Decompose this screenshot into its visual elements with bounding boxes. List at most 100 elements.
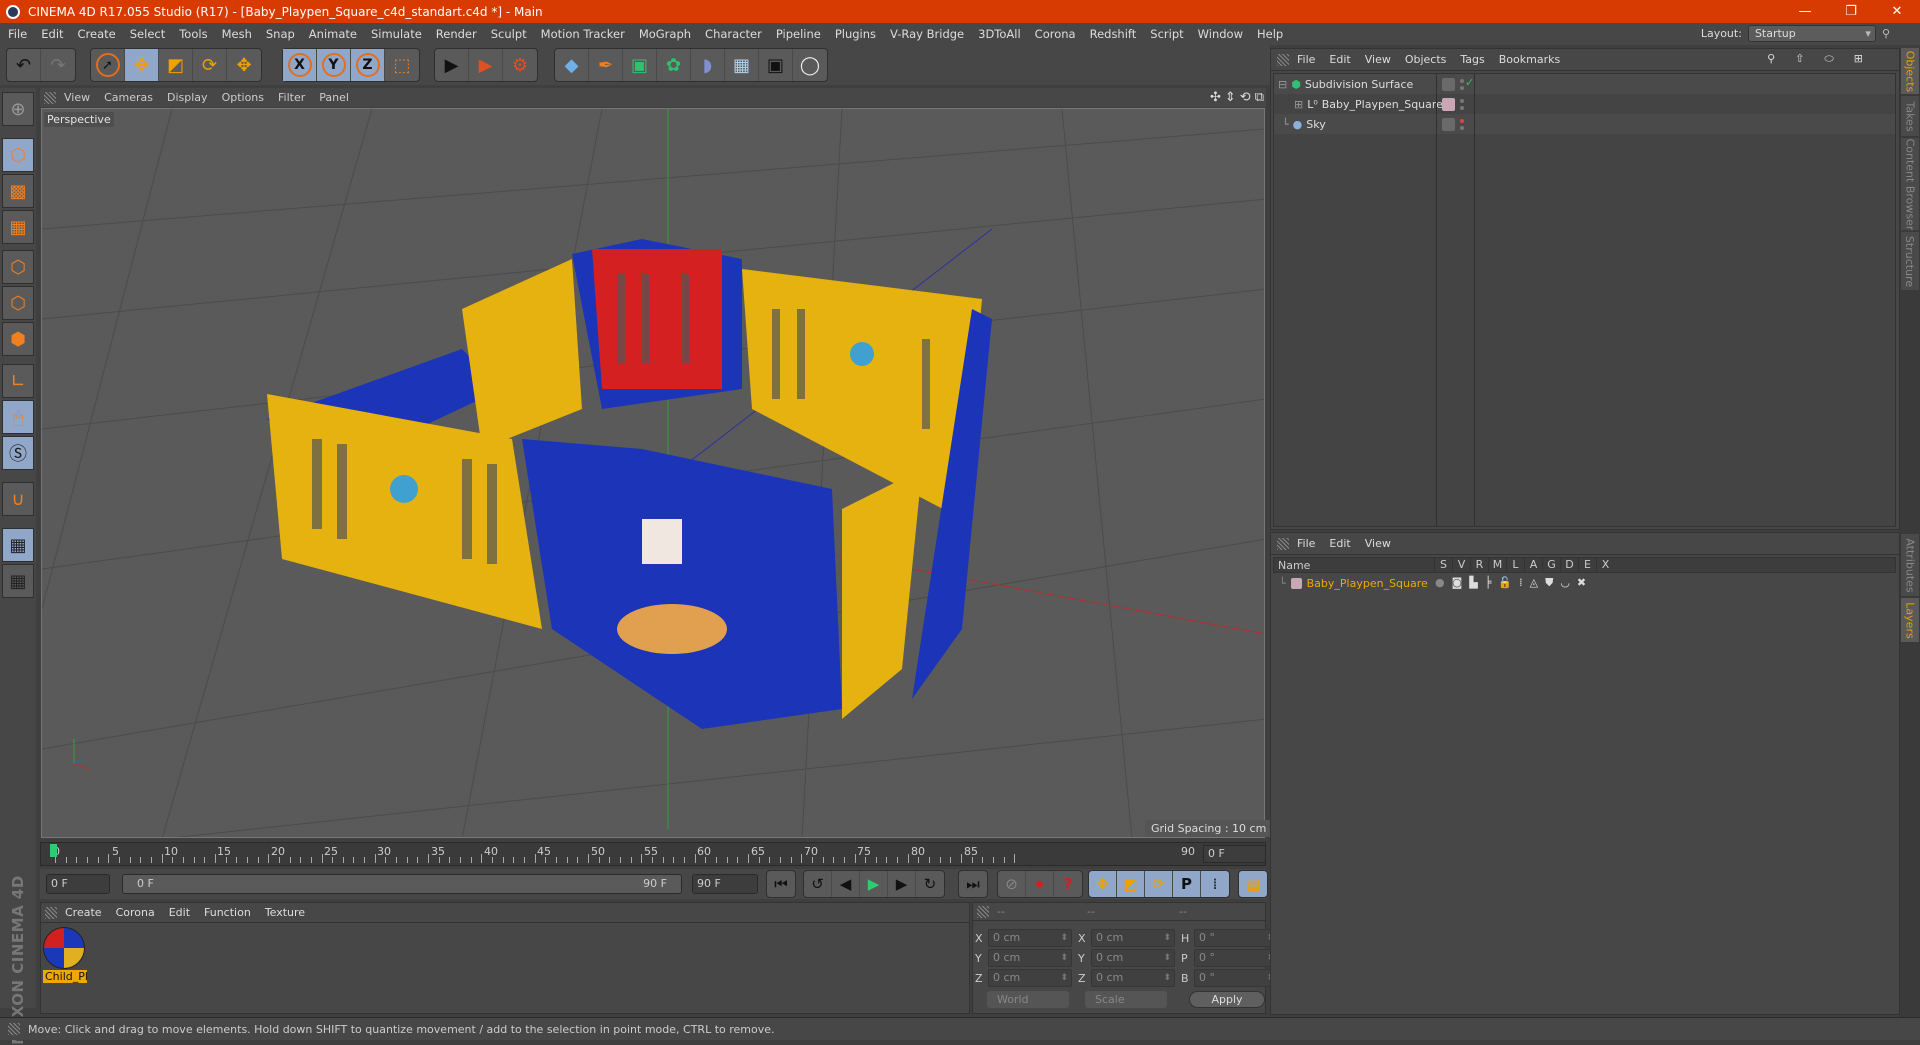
panel-grip-icon[interactable] <box>977 905 989 918</box>
render-view-icon[interactable]: ▶ <box>435 49 469 81</box>
render-picture-viewer-icon[interactable]: ▶ <box>469 49 503 81</box>
tab-structure[interactable]: Structure <box>1901 232 1919 290</box>
tab-objects[interactable]: Objects <box>1901 48 1919 94</box>
coordinate-system-icon[interactable]: ⬚ <box>385 49 419 81</box>
undo-icon[interactable]: ↶ <box>7 49 41 81</box>
editor-visibility-dot[interactable] <box>1460 79 1464 83</box>
viewport-menu-view[interactable]: View <box>64 91 90 104</box>
render-visibility-dot[interactable] <box>1460 86 1464 90</box>
col-render[interactable]: R <box>1470 558 1488 572</box>
menu-help[interactable]: Help <box>1257 27 1283 41</box>
select-arrow-icon[interactable]: ➚ <box>91 49 125 81</box>
key-scale-icon[interactable]: ◩ <box>1117 871 1145 897</box>
y-axis-icon[interactable]: Y <box>317 49 351 81</box>
light-icon[interactable]: ◯ <box>793 49 827 81</box>
render-visibility-dot[interactable] <box>1460 126 1464 130</box>
menu-script[interactable]: Script <box>1150 27 1183 41</box>
panel-grip-icon[interactable] <box>1277 537 1289 550</box>
viewport-menu-options[interactable]: Options <box>222 91 264 104</box>
expressions-toggle-icon[interactable]: ◡ <box>1560 576 1570 590</box>
transform-mode-dropdown[interactable]: Scale <box>1085 991 1167 1008</box>
editor-visibility-dot[interactable] <box>1460 99 1464 103</box>
camera-icon[interactable]: ▣ <box>759 49 793 81</box>
menu-motion-tracker[interactable]: Motion Tracker <box>541 27 625 41</box>
view-toggle-icon[interactable]: ◙ <box>1452 576 1463 590</box>
material-swatch[interactable]: Child_Pl <box>43 927 87 985</box>
rotation-b-field[interactable]: 0 ° <box>1194 969 1278 987</box>
layer-row[interactable]: └ Baby_Playpen_Square ● ◙ ▙ ╞ 🔓 ⁞ ◬ ⛊ ◡ … <box>1273 575 1896 591</box>
z-axis-icon[interactable]: Z <box>351 49 385 81</box>
menu-redshift[interactable]: Redshift <box>1090 27 1137 41</box>
material-menu-texture[interactable]: Texture <box>265 906 305 919</box>
editor-visibility-dot[interactable] <box>1460 119 1464 123</box>
col-expressions[interactable]: E <box>1578 558 1596 572</box>
menu-3dtoall[interactable]: 3DToAll <box>978 27 1021 41</box>
go-to-start-icon[interactable]: ⏮ <box>767 871 795 897</box>
layout-dropdown[interactable]: Startup <box>1747 25 1876 42</box>
timeline-window-icon[interactable]: ▤ <box>1239 871 1267 897</box>
deformer-icon[interactable]: ◗ <box>691 49 725 81</box>
menu-file[interactable]: File <box>8 27 27 41</box>
lm-menu-file[interactable]: File <box>1297 537 1315 550</box>
enabled-check-icon[interactable]: ✓ <box>1465 76 1474 89</box>
key-position-icon[interactable]: ✥ <box>1089 871 1117 897</box>
xref-toggle-icon[interactable]: ✖ <box>1577 576 1586 590</box>
close-button[interactable]: ✕ <box>1874 0 1920 23</box>
move-view-icon[interactable]: ✣ <box>1210 90 1221 105</box>
animation-toggle-icon[interactable]: ⁞ <box>1519 576 1523 590</box>
viewport-menu-filter[interactable]: Filter <box>278 91 305 104</box>
menu-window[interactable]: Window <box>1198 27 1243 41</box>
menu-mograph[interactable]: MoGraph <box>639 27 691 41</box>
panel-grip-icon[interactable] <box>45 906 57 919</box>
rotation-h-field[interactable]: 0 ° <box>1194 929 1278 947</box>
menu-edit[interactable]: Edit <box>41 27 63 41</box>
col-animation[interactable]: A <box>1524 558 1542 572</box>
tweak-mode-icon[interactable]: 🖱 <box>2 400 34 434</box>
object-row[interactable]: └ ● Sky <box>1274 114 1895 134</box>
next-key-icon[interactable]: ↻ <box>916 871 944 897</box>
menu-vray-bridge[interactable]: V-Ray Bridge <box>890 27 964 41</box>
lm-menu-view[interactable]: View <box>1365 537 1391 550</box>
om-menu-view[interactable]: View <box>1365 53 1391 66</box>
expand-icon[interactable]: ⊞ <box>1294 98 1303 111</box>
position-z-field[interactable]: 0 cm <box>988 969 1072 987</box>
rotate-icon[interactable]: ⟳ <box>193 49 227 81</box>
om-menu-bookmarks[interactable]: Bookmarks <box>1499 53 1560 66</box>
solo-icon[interactable]: Ⓢ <box>2 436 34 470</box>
previous-key-icon[interactable]: ↺ <box>804 871 832 897</box>
col-generators[interactable]: G <box>1542 558 1560 572</box>
collapse-icon[interactable]: ⊟ <box>1278 78 1287 91</box>
restore-button[interactable]: ❐ <box>1828 0 1874 23</box>
tab-attributes[interactable]: Attributes <box>1901 534 1919 596</box>
autokey-icon[interactable]: ? <box>1054 871 1082 897</box>
om-menu-file[interactable]: File <box>1297 53 1315 66</box>
zoom-view-icon[interactable]: ⇕ <box>1225 90 1236 105</box>
object-row[interactable]: ⊟ ⬢ Subdivision Surface ✓ <box>1274 74 1895 94</box>
menu-plugins[interactable]: Plugins <box>835 27 876 41</box>
workplane-lock-icon[interactable]: ▦ <box>2 528 34 562</box>
menu-simulate[interactable]: Simulate <box>371 27 422 41</box>
menu-create[interactable]: Create <box>78 27 116 41</box>
material-menu-corona[interactable]: Corona <box>116 906 155 919</box>
layer-color-tag[interactable] <box>1442 98 1455 111</box>
frame-range-slider[interactable]: 0 F 90 F <box>122 874 682 894</box>
display-tag-icon[interactable] <box>1442 118 1455 131</box>
col-solo[interactable]: S <box>1434 558 1452 572</box>
display-tag-icon[interactable] <box>1442 78 1455 91</box>
points-mode-icon[interactable]: ⬡ <box>2 250 34 284</box>
transform-icon[interactable]: ✥ <box>227 49 261 81</box>
menu-snap[interactable]: Snap <box>266 27 295 41</box>
timeline-ruler[interactable]: 0 5 10 15 20 25 30 35 40 45 50 55 60 65 … <box>40 842 1266 866</box>
lock-toggle-icon[interactable]: 🔓 <box>1498 576 1512 590</box>
maximize-view-icon[interactable]: ⧉ <box>1255 90 1264 105</box>
make-editable-icon[interactable]: ⊕ <box>2 92 34 126</box>
viewport-menu-panel[interactable]: Panel <box>319 91 349 104</box>
record-active-icon[interactable]: ⏺ <box>1026 871 1054 897</box>
cube-icon[interactable]: ◆ <box>555 49 589 81</box>
lm-menu-edit[interactable]: Edit <box>1329 537 1350 550</box>
position-y-field[interactable]: 0 cm <box>988 949 1072 967</box>
object-row[interactable]: ⊞ L⁰ Baby_Playpen_Square <box>1274 94 1895 114</box>
apply-button[interactable]: Apply <box>1189 991 1265 1008</box>
key-rotation-icon[interactable]: ⟳ <box>1145 871 1173 897</box>
playhead[interactable] <box>50 844 57 857</box>
